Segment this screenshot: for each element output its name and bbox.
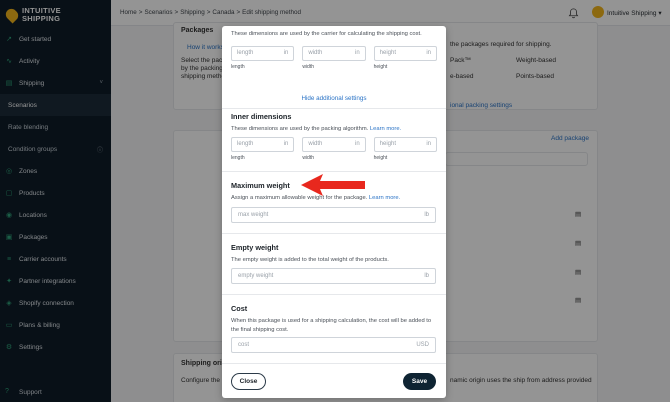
- divider: [222, 171, 446, 172]
- divider: [222, 108, 446, 109]
- divider: [222, 363, 446, 364]
- max-weight-placeholder: max weight: [238, 211, 269, 218]
- dimension-label: height: [373, 154, 388, 161]
- unit: in: [354, 50, 360, 56]
- max-weight-input[interactable]: max weight lb: [231, 206, 436, 223]
- placeholder: height: [379, 50, 397, 56]
- placeholder: width: [308, 141, 323, 147]
- placeholder: height: [379, 141, 397, 147]
- hide-additional-settings-link[interactable]: Hide additional settings: [222, 95, 446, 102]
- unit: in: [426, 141, 431, 147]
- outer-dimensions-desc: These dimensions are used by the carrier…: [231, 31, 422, 37]
- close-button[interactable]: Close: [231, 373, 266, 390]
- inner-dimension-row: length in length width in width height in height: [231, 136, 437, 161]
- annotation-arrow-icon: [301, 174, 365, 196]
- empty-weight-desc: The empty weight is added to the total w…: [231, 257, 389, 263]
- inner-dimensions-desc: These dimensions are used by the packing…: [231, 126, 369, 132]
- placeholder: width: [308, 50, 323, 56]
- unit: in: [354, 141, 360, 147]
- divider: [222, 294, 446, 295]
- placeholder: length: [237, 141, 254, 147]
- dimension-label: width: [302, 154, 315, 161]
- empty-weight-section: Empty weight The empty weight is added t…: [222, 243, 446, 284]
- inner-dimensions-title: Inner dimensions: [231, 112, 292, 121]
- width-input[interactable]: width in: [302, 45, 366, 61]
- dimension-label: height: [373, 63, 388, 70]
- empty-weight-placeholder: empty weight: [238, 272, 274, 279]
- placeholder: length: [237, 50, 254, 56]
- learn-more-link[interactable]: Learn more.: [369, 195, 400, 201]
- cost-desc: When this package is used for a shipping…: [231, 318, 432, 333]
- length-input[interactable]: length in: [231, 136, 295, 152]
- inner-dimensions-section: Inner dimensions These dimensions are us…: [222, 112, 446, 161]
- unit: in: [426, 50, 431, 56]
- inner-length-field: length in length: [231, 136, 295, 161]
- empty-weight-input[interactable]: empty weight lb: [231, 267, 436, 284]
- cost-placeholder: cost: [238, 342, 250, 348]
- max-weight-unit: lb: [424, 211, 429, 218]
- save-button[interactable]: Save: [403, 373, 436, 390]
- length-input[interactable]: length in: [231, 45, 295, 61]
- dimension-label: width: [302, 63, 315, 70]
- outer-dimension-row: length in length width in width height in height: [231, 45, 437, 70]
- outer-height-field: height in height: [373, 45, 437, 70]
- cost-input[interactable]: cost USD: [231, 337, 436, 353]
- cost-title: Cost: [231, 304, 248, 313]
- dimension-label: length: [231, 63, 245, 70]
- learn-more-link[interactable]: Learn more.: [370, 126, 401, 132]
- dimension-label: length: [231, 154, 245, 161]
- height-input[interactable]: height in: [373, 45, 437, 61]
- divider: [222, 233, 446, 234]
- unit: in: [283, 50, 289, 56]
- outer-dimensions-section: These dimensions are used by the carrier…: [222, 30, 446, 70]
- cost-unit: USD: [416, 342, 429, 348]
- edit-package-modal: These dimensions are used by the carrier…: [222, 26, 446, 398]
- height-input[interactable]: height in: [373, 136, 437, 152]
- empty-weight-title: Empty weight: [231, 243, 279, 252]
- inner-height-field: height in height: [373, 136, 437, 161]
- unit: in: [283, 141, 289, 147]
- outer-width-field: width in width: [302, 45, 366, 70]
- width-input[interactable]: width in: [302, 136, 366, 152]
- empty-weight-unit: lb: [424, 272, 429, 279]
- outer-length-field: length in length: [231, 45, 295, 70]
- inner-width-field: width in width: [302, 136, 366, 161]
- cost-section: Cost When this package is used for a shi…: [222, 304, 446, 353]
